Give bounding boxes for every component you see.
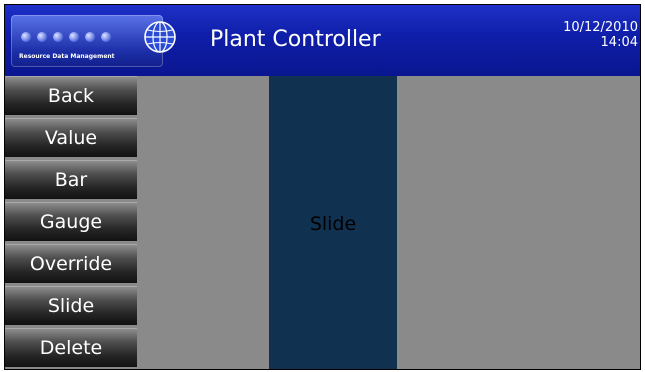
sidebar-menu: Back Value Bar Gauge Override Slide Dele… <box>5 76 137 369</box>
delete-button[interactable]: Delete <box>5 328 137 367</box>
header-bar: Resource Data Management Plant Controlle… <box>5 5 640 76</box>
app-window: Resource Data Management Plant Controlle… <box>4 4 641 370</box>
back-button[interactable]: Back <box>5 76 137 115</box>
company-logo: Resource Data Management <box>11 15 163 67</box>
bar-button[interactable]: Bar <box>5 160 137 199</box>
logo-text: Resource Data Management <box>19 53 115 60</box>
override-button[interactable]: Override <box>5 244 137 283</box>
gauge-button[interactable]: Gauge <box>5 202 137 241</box>
canvas-area[interactable]: Slide <box>137 76 640 369</box>
datetime-display: 10/12/2010 14:04 <box>563 20 638 50</box>
page-title: Plant Controller <box>210 27 381 52</box>
logo-dots-icon <box>21 32 111 42</box>
time-text: 14:04 <box>600 35 638 50</box>
slide-widget-label: Slide <box>309 212 357 235</box>
slide-widget[interactable]: Slide <box>269 76 397 369</box>
globe-icon <box>144 21 176 53</box>
date-text: 10/12/2010 <box>563 20 638 35</box>
slide-button[interactable]: Slide <box>5 286 137 325</box>
value-button[interactable]: Value <box>5 118 137 157</box>
